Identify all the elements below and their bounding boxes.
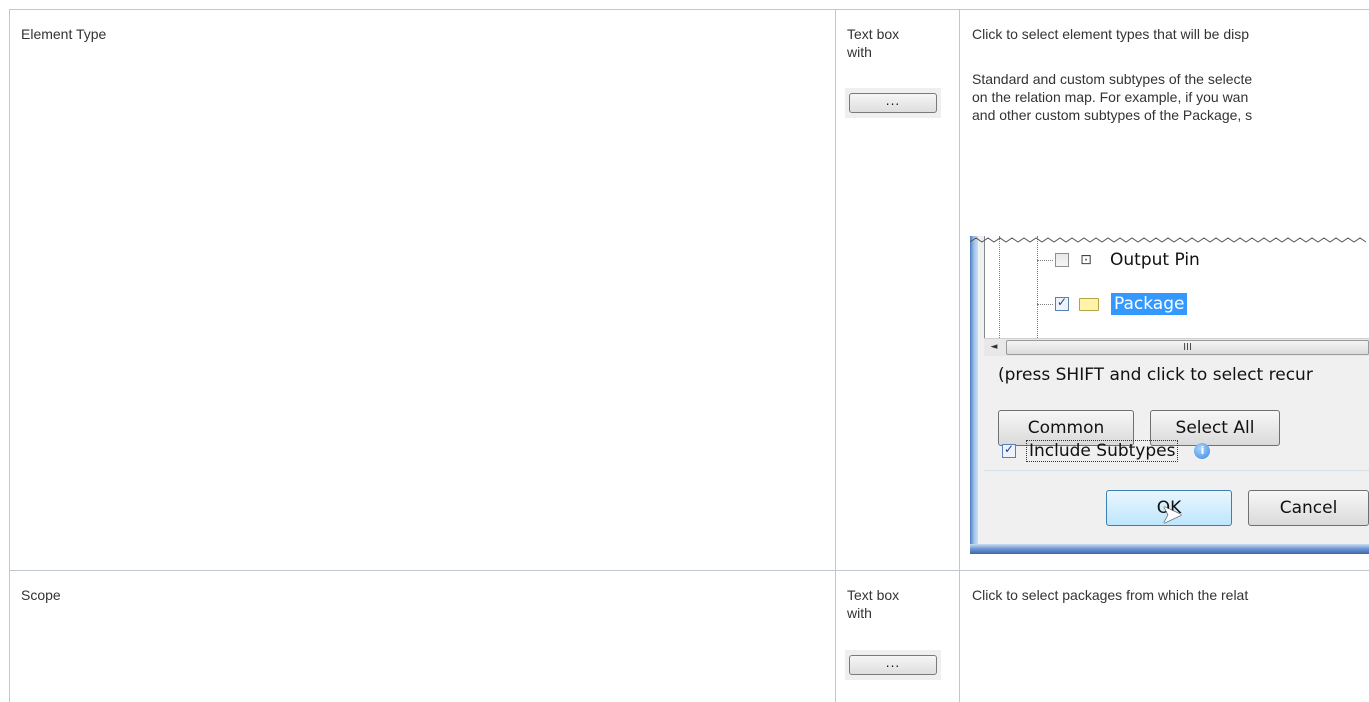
table-border-top (10, 9, 1369, 10)
row-divider (10, 570, 1369, 571)
column-divider (835, 9, 836, 702)
description-text: Click to select packages from which the … (972, 587, 1249, 603)
browse-button[interactable]: ... (849, 655, 937, 675)
tree-item-output-pin[interactable]: ⊡ Output Pin (1055, 247, 1203, 273)
output-pin-checkbox[interactable] (1055, 253, 1069, 267)
button-image: ... (845, 88, 941, 118)
hint-text: (press SHIFT and click to select recur (998, 365, 1313, 385)
value-type-label: with (847, 44, 872, 60)
torn-edge-decoration (970, 237, 1367, 243)
tree-guide-line (1037, 260, 1053, 261)
element-type-tree: ⊡ Output Pin Package (984, 236, 1369, 338)
include-subtypes-checkbox[interactable] (1002, 442, 1016, 458)
tree-item-label: Package (1111, 293, 1188, 315)
mouse-cursor-icon: ➤ (1161, 500, 1183, 530)
tree-guide-line (1037, 304, 1053, 305)
table-border-left (9, 9, 10, 702)
tree-guide-line (999, 236, 1000, 338)
value-type-label: Text box (847, 587, 900, 603)
property-name: Element Type (21, 26, 107, 42)
include-subtypes-row[interactable]: Include Subtypes i (1002, 440, 1211, 462)
window-frame (970, 544, 1369, 554)
scroll-thumb[interactable]: III (1006, 340, 1369, 355)
output-pin-icon: ⊡ (1080, 252, 1092, 268)
value-type-label: Text box (847, 26, 900, 42)
description-text: on the relation map. For example, if you… (972, 89, 1249, 105)
package-checkbox[interactable] (1055, 295, 1069, 311)
tree-guide-line (1037, 236, 1038, 338)
window-frame (970, 236, 978, 554)
dialog-body: ⊡ Output Pin Package ◄ III (press SHIFT … (978, 236, 1369, 544)
folder-icon (1079, 297, 1099, 311)
description-text: Standard and custom subtypes of the sele… (972, 71, 1253, 87)
properties-table: Element Type Text box with ... Click to … (0, 0, 1369, 702)
button-image: ... (845, 650, 941, 680)
column-divider (959, 9, 960, 702)
description-text: Click to select element types that will … (972, 26, 1250, 42)
include-subtypes-label: Include Subtypes (1026, 440, 1179, 462)
value-type-label: with (847, 605, 872, 621)
horizontal-scrollbar[interactable]: ◄ III (984, 338, 1369, 356)
browse-button[interactable]: ... (849, 93, 937, 113)
element-types-dialog-screenshot: ⊡ Output Pin Package ◄ III (press SHIFT … (970, 236, 1369, 554)
info-icon[interactable]: i (1194, 443, 1211, 459)
tree-item-label: Output Pin (1110, 250, 1200, 270)
group-border (984, 470, 1369, 471)
scroll-left-icon[interactable]: ◄ (986, 341, 1002, 354)
property-name: Scope (21, 587, 61, 603)
tree-item-package[interactable]: Package (1055, 291, 1188, 317)
description-text: and other custom subtypes of the Package… (972, 107, 1253, 123)
cancel-button[interactable]: Cancel (1248, 490, 1369, 526)
